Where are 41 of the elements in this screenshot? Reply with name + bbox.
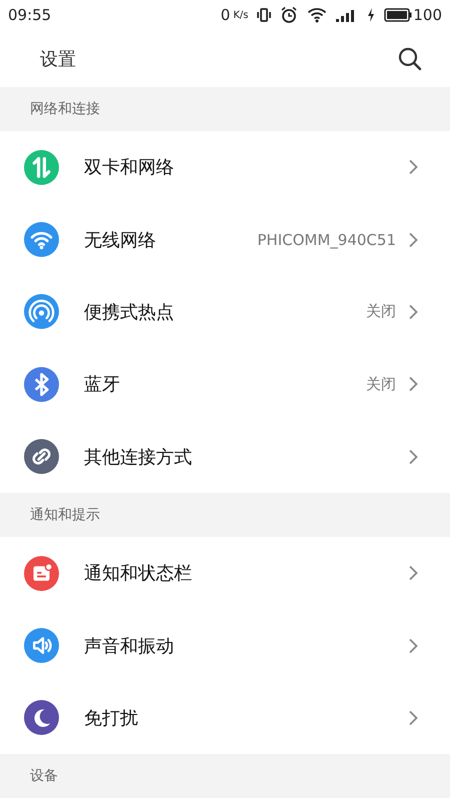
chevron-icon (408, 565, 418, 582)
chevron-icon (408, 232, 418, 248)
section-header: 设备 (30, 767, 58, 786)
chevron-icon (408, 159, 418, 176)
settings-item[interactable]: 其他连接方式 (0, 420, 450, 493)
settings-item[interactable]: 便携式热点 关闭 (0, 276, 450, 348)
settings-item[interactable]: 双卡和网络 (0, 131, 450, 204)
item-label: 通知和状态栏 (84, 562, 193, 586)
settings-item[interactable]: 免打扰 (0, 682, 450, 754)
charging-icon (367, 8, 376, 22)
alarm-icon (280, 6, 298, 24)
vibrate-icon (257, 7, 272, 23)
chevron-icon (408, 376, 418, 392)
section-header: 网络和连接 (30, 100, 100, 118)
settings-item[interactable]: 声音和振动 (0, 609, 450, 682)
page-title: 设置 (40, 48, 76, 70)
chevron-icon (408, 448, 418, 465)
item-label: 便携式热点 (84, 300, 175, 324)
item-label: 双卡和网络 (84, 156, 175, 180)
chevron-icon (408, 304, 418, 320)
settings-item[interactable]: 蓝牙 关闭 (0, 348, 450, 421)
item-label: 免打扰 (84, 706, 139, 730)
item-value: 关闭 (366, 374, 396, 394)
wifi-icon (307, 7, 328, 23)
battery-percent: 100 (413, 6, 442, 24)
section-header: 通知和提示 (30, 506, 100, 524)
speed-unit: K/s (233, 10, 248, 20)
item-value: PHICOMM_940C51 (257, 230, 396, 249)
chevron-icon (408, 710, 418, 726)
item-label: 无线网络 (84, 228, 157, 252)
item-label: 其他连接方式 (84, 446, 193, 469)
status-time: 09:55 (8, 6, 52, 24)
settings-item[interactable]: 通知和状态栏 (0, 536, 450, 610)
settings-item[interactable]: 无线网络 PHICOMM_940C51 (0, 203, 450, 276)
search-icon[interactable] (398, 46, 422, 70)
item-label: 蓝牙 (84, 373, 121, 396)
chevron-icon (408, 638, 418, 654)
item-label: 声音和振动 (84, 634, 175, 658)
item-value: 关闭 (366, 302, 396, 322)
network-speed: 0 (220, 6, 230, 24)
battery-icon (384, 8, 412, 22)
